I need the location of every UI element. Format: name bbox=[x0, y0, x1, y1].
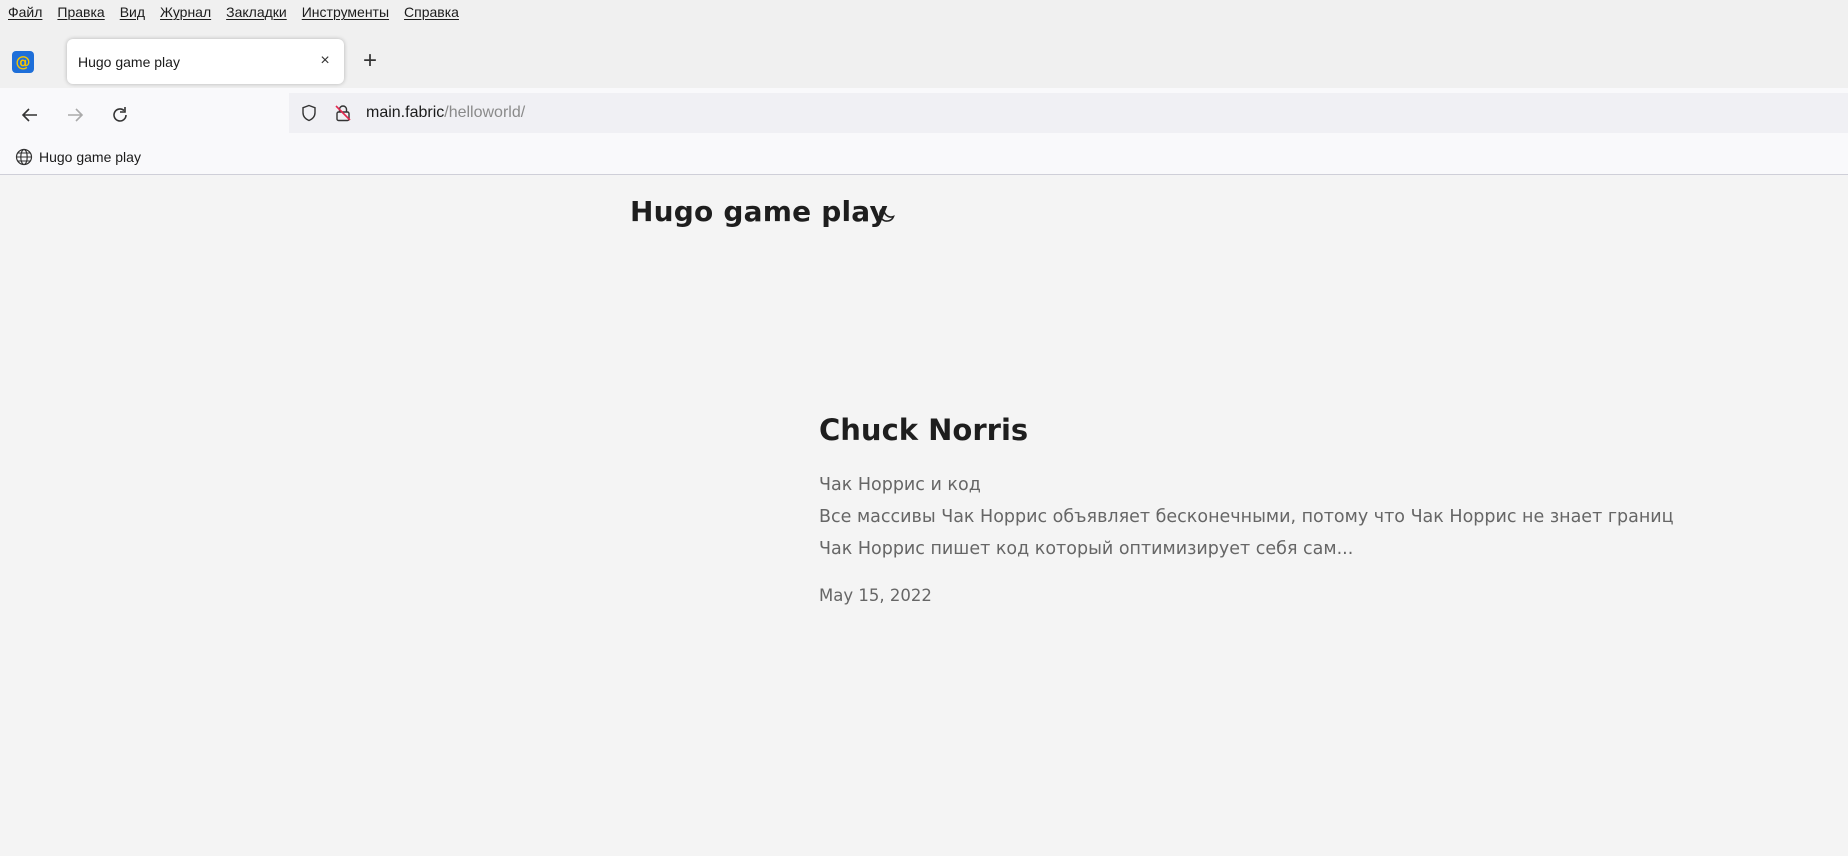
post-summary-line: Чак Норрис пишет код который оптимизируе… bbox=[819, 539, 1354, 559]
address-bar[interactable]: main.fabric/helloworld/ bbox=[289, 93, 1848, 133]
moon-icon bbox=[879, 206, 895, 222]
pinned-tab-mail-icon[interactable]: @ bbox=[12, 51, 34, 73]
insecure-lock-icon[interactable] bbox=[333, 103, 353, 123]
post-summary-line: Все массивы Чак Норрис объявляет бесконе… bbox=[819, 507, 1674, 527]
back-button[interactable] bbox=[16, 101, 44, 129]
bookmark-item[interactable]: Hugo game play bbox=[15, 148, 141, 166]
globe-icon bbox=[15, 148, 33, 166]
tab-title: Hugo game play bbox=[78, 53, 180, 70]
menu-history[interactable]: Журнал bbox=[160, 4, 211, 20]
shield-icon[interactable] bbox=[299, 103, 319, 123]
bookmark-label: Hugo game play bbox=[39, 149, 141, 165]
site-title[interactable]: Hugo game play bbox=[630, 195, 888, 228]
reload-button[interactable] bbox=[106, 101, 134, 129]
post-summary-line: Чак Норрис и код bbox=[819, 475, 981, 495]
nav-bar: main.fabric/helloworld/ bbox=[0, 88, 1848, 142]
page-content: Hugo game play Chuck Norris Чак Норрис и… bbox=[0, 175, 1848, 856]
menu-file[interactable]: Файл bbox=[8, 4, 42, 20]
tab-strip: @ Hugo game play × + bbox=[0, 24, 1848, 88]
url-host: main.fabric bbox=[366, 104, 445, 121]
url-text[interactable]: main.fabric/helloworld/ bbox=[366, 104, 525, 122]
menu-edit[interactable]: Правка bbox=[57, 4, 104, 20]
menu-bar: Файл Правка Вид Журнал Закладки Инструме… bbox=[0, 0, 1848, 24]
post-summary: Чак Норрис и код Все массивы Чак Норрис … bbox=[819, 469, 1674, 565]
theme-toggle-button[interactable] bbox=[876, 203, 898, 225]
arrow-right-icon bbox=[68, 108, 84, 122]
bookmarks-bar: Hugo game play bbox=[0, 142, 1848, 175]
post-title[interactable]: Chuck Norris bbox=[819, 413, 1028, 447]
forward-button[interactable] bbox=[61, 101, 89, 129]
tab-active[interactable]: Hugo game play × bbox=[67, 39, 344, 84]
close-tab-icon[interactable]: × bbox=[316, 52, 334, 70]
menu-help[interactable]: Справка bbox=[404, 4, 459, 20]
reload-icon bbox=[113, 107, 127, 122]
menu-view[interactable]: Вид bbox=[120, 4, 145, 20]
menu-tools[interactable]: Инструменты bbox=[302, 4, 389, 20]
new-tab-button[interactable]: + bbox=[358, 47, 382, 74]
menu-bookmarks[interactable]: Закладки bbox=[226, 4, 287, 20]
url-path: /helloworld/ bbox=[444, 104, 526, 121]
post-date: May 15, 2022 bbox=[819, 586, 932, 605]
arrow-left-icon bbox=[21, 108, 37, 122]
